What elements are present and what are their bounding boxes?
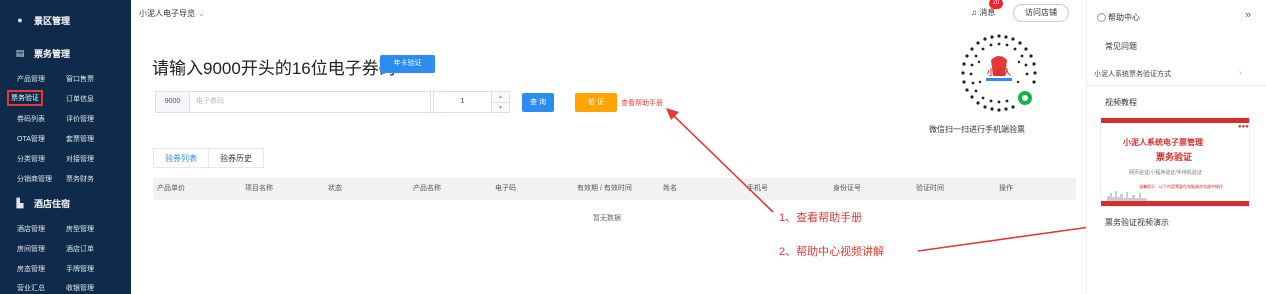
sidebar-item-cashier[interactable]: 收银管理 <box>66 283 94 293</box>
main-content: 小泥人电子导览 ⌄ ♫ 消息 20 访问店铺 请输入9000开头的16位电子券码 … <box>131 0 1086 294</box>
column-header: 验证时间 <box>916 185 944 192</box>
thumb-title: 小泥人系统电子票管理 <box>1123 138 1203 147</box>
sidebar-section-label: 票务管理 <box>34 48 71 59</box>
column-header: 身份证号 <box>833 185 861 192</box>
city-skyline-icon <box>1107 191 1147 201</box>
sidebar-section-label: 景区管理 <box>34 15 71 26</box>
column-header: 产品名称 <box>413 185 441 192</box>
qr-logo-text: 小泥人 <box>986 67 1012 77</box>
ticket-code-input[interactable]: 电子券码 <box>189 91 431 113</box>
sidebar-section-scenic[interactable]: ● 景区管理 <box>0 13 131 27</box>
annotation-note-help-manual: 1、查看帮助手册 <box>779 212 863 224</box>
expand-panel-icon[interactable]: » <box>1245 9 1251 21</box>
sidebar-item-distributor[interactable]: 分销商管理 <box>17 174 52 184</box>
store-switcher[interactable]: 小泥人电子导览 ⌄ <box>139 8 205 19</box>
qr-caption: 微信扫一扫进行手机端验票 <box>929 125 1025 134</box>
column-header: 手机号 <box>747 185 768 192</box>
query-button[interactable]: 查 询 <box>522 93 554 112</box>
faq-item[interactable]: 小泥人系统票务验证方式 <box>1094 69 1171 79</box>
sidebar-item-product[interactable]: 产品管理 <box>17 74 45 84</box>
sidebar-item-codes[interactable]: 券码列表 <box>17 114 45 124</box>
column-header: 姓名 <box>663 185 677 192</box>
visit-store-button[interactable]: 访问店铺 <box>1013 4 1069 22</box>
quantity-input[interactable]: 1 <box>433 91 492 113</box>
tab-verify-history[interactable]: 验券历史 <box>209 149 263 167</box>
sidebar-item-room[interactable]: 房间管理 <box>17 244 45 254</box>
sidebar-item-ticket-verify[interactable]: 票务验证 <box>7 90 43 106</box>
sidebar-section-ticket[interactable]: ▤ 票务管理 <box>0 46 131 60</box>
bell-icon: ♫ <box>971 8 977 17</box>
hotel-icon: ▙ <box>16 197 24 208</box>
sidebar-item-wristband[interactable]: 手牌管理 <box>66 264 94 274</box>
tab-verify-list[interactable]: 验券列表 <box>154 149 209 167</box>
location-pin-icon: ● <box>17 15 23 25</box>
mini-program-qr-code: 小泥人 <box>961 34 1037 112</box>
sidebar-section-label: 酒店住宿 <box>34 198 71 209</box>
column-header: 产品单价 <box>157 185 185 192</box>
sidebar-item-category[interactable]: 分类管理 <box>17 154 45 164</box>
thumb-subtitle: 票务验证 <box>1156 152 1193 162</box>
sidebar-item-ota[interactable]: OTA管理 <box>17 134 45 144</box>
quantity-stepper[interactable]: ▲ ▼ <box>492 91 510 113</box>
divider <box>1087 85 1266 86</box>
video-title-link[interactable]: 票务验证视频演示 <box>1105 217 1169 228</box>
empty-state-text: 暂无数据 <box>593 215 621 222</box>
column-header: 操作 <box>999 185 1013 192</box>
ticket-icon: ▤ <box>15 47 25 58</box>
help-center-label: 帮助中心 <box>1108 13 1140 22</box>
chevron-right-icon: › <box>1239 68 1242 77</box>
stepper-up-icon[interactable]: ▲ <box>492 92 509 102</box>
code-prefix: 9000 <box>155 91 189 113</box>
sidebar-item-hotel-orders[interactable]: 酒店订单 <box>66 244 94 254</box>
sidebar-item-window-sale[interactable]: 窗口售票 <box>66 74 94 84</box>
messages-label: 消息 <box>979 8 996 17</box>
sidebar-item-package[interactable]: 套票管理 <box>66 134 94 144</box>
sidebar-item-room-status[interactable]: 房态管理 <box>17 264 45 274</box>
sidebar-item-reviews[interactable]: 评价管理 <box>66 114 94 124</box>
store-name: 小泥人电子导览 <box>139 9 195 18</box>
column-header: 项目名称 <box>245 185 273 192</box>
page-title: 请输入9000开头的16位电子券码 <box>152 59 396 78</box>
sidebar-item-hotel[interactable]: 酒店管理 <box>17 224 45 234</box>
sidebar-item-integration[interactable]: 对接管理 <box>66 154 94 164</box>
sidebar-item-orders[interactable]: 订单信息 <box>66 94 94 104</box>
column-header: 电子码 <box>495 185 516 192</box>
video-tutorial-heading: 视频教程 <box>1105 98 1137 107</box>
thumb-caption: 网页验证/小程序验证/手持机验证 <box>1129 170 1202 176</box>
faq-heading: 常见问题 <box>1105 42 1137 51</box>
annotation-note-help-video: 2、帮助中心视频讲解 <box>779 246 885 258</box>
help-center-panel: 帮助中心 » 常见问题 小泥人系统票务验证方式 › 视频教程 ●●●● 小泥人系… <box>1086 0 1266 294</box>
table-header: 产品单价 项目名称 状态 产品名称 电子码 有效期 / 有效时间 姓名 手机号 … <box>153 178 1076 200</box>
help-manual-link[interactable]: 查看帮助手册 <box>621 98 663 108</box>
verify-button[interactable]: 验 证 <box>575 93 617 112</box>
video-thumbnail[interactable]: ●●●● 小泥人系统电子票管理 票务验证 网页验证/小程序验证/手持机验证 温馨… <box>1100 117 1250 207</box>
chevron-down-icon: ⌄ <box>198 9 205 18</box>
verify-tabs: 验券列表 验券历史 <box>153 148 264 168</box>
year-card-verify-button[interactable]: 年卡验证 <box>380 55 435 73</box>
stepper-down-icon[interactable]: ▼ <box>492 102 509 112</box>
sidebar: ● 景区管理 ▤ 票务管理 产品管理 窗口售票 票务验证 订单信息 券码列表 评… <box>0 0 131 294</box>
thumb-dots: ●●●● <box>1238 124 1249 130</box>
sidebar-item-room-type[interactable]: 房型管理 <box>66 224 94 234</box>
column-header: 有效期 / 有效时间 <box>577 185 632 192</box>
help-circle-icon <box>1097 13 1106 23</box>
message-count-badge: 20 <box>989 0 1003 9</box>
sidebar-item-summary[interactable]: 营业汇总 <box>17 283 45 293</box>
help-center-title: 帮助中心 <box>1097 12 1140 23</box>
sidebar-item-ticket-finance[interactable]: 票务财务 <box>66 174 94 184</box>
sidebar-section-hotel[interactable]: ▙ 酒店住宿 <box>0 196 131 210</box>
thumb-tip: 温馨提示：以下内容需要在电脑端浏览器中操作 <box>1139 184 1223 189</box>
column-header: 状态 <box>328 185 342 192</box>
